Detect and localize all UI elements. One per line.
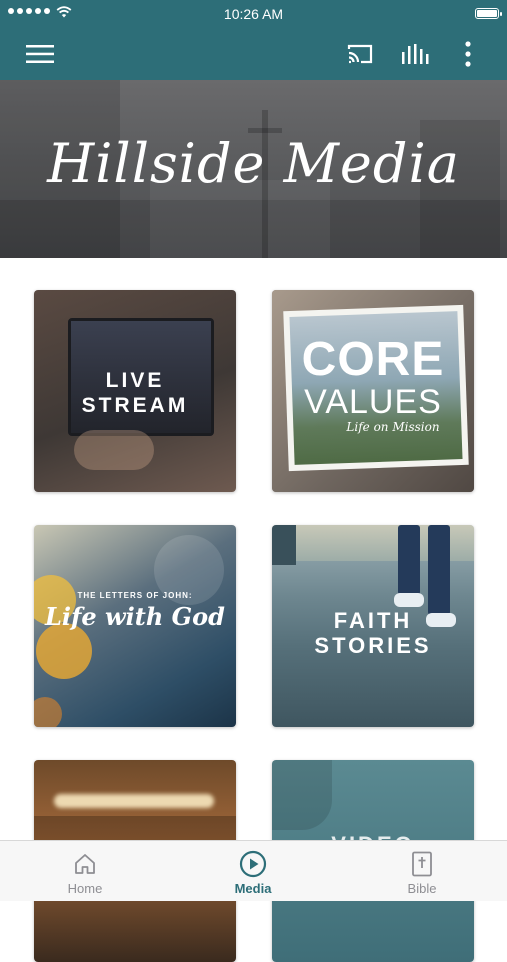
candle-lights <box>54 794 214 808</box>
tab-home[interactable]: Home <box>25 841 145 901</box>
tile-live-stream-line2: STREAM <box>81 394 189 417</box>
legs-shape <box>398 525 420 595</box>
tile-faith-stories[interactable]: FAITH STORIES <box>272 525 474 727</box>
tile-core-values-line2: VALUES <box>304 383 442 421</box>
status-bar: 10:26 AM <box>0 0 507 28</box>
status-time: 10:26 AM <box>223 6 284 22</box>
hero-banner: Hillside Media <box>0 80 507 258</box>
more-vertical-icon <box>465 41 471 67</box>
equalizer-button[interactable] <box>395 28 435 80</box>
cast-icon <box>347 44 373 64</box>
tile-core-values[interactable]: CORE VALUES Life on Mission <box>272 290 474 492</box>
tab-media[interactable]: Media <box>193 841 313 901</box>
tile-live-stream-line1: LIVE <box>105 369 165 392</box>
tile-life-with-god-kicker: THE LETTERS OF JOHN: <box>77 591 193 600</box>
tile-live-stream-title: LIVE STREAM <box>34 368 236 418</box>
bible-icon <box>411 850 433 878</box>
tile-life-with-god[interactable]: THE LETTERS OF JOHN: Life with God <box>34 525 236 727</box>
hero-title: Hillside Media <box>47 132 460 195</box>
tile-faith-stories-line1: FAITH <box>333 608 413 633</box>
tab-bible[interactable]: Bible <box>362 841 482 901</box>
hamburger-menu-icon <box>26 45 54 63</box>
tab-bible-label: Bible <box>407 881 437 896</box>
tile-core-values-tagline: Life on Mission <box>346 420 440 434</box>
cast-button[interactable] <box>340 28 380 80</box>
play-circle-icon <box>239 850 267 878</box>
tile-life-with-god-heading: Life with God <box>45 602 225 631</box>
bokeh-light <box>36 623 92 679</box>
tile-life-with-god-title: THE LETTERS OF JOHN: Life with God <box>34 591 236 631</box>
more-options-button[interactable] <box>453 28 483 80</box>
tile-core-values-line1: CORE <box>301 333 445 386</box>
battery-icon <box>475 8 502 19</box>
equalizer-icon <box>402 44 429 64</box>
bokeh-light <box>34 697 62 727</box>
tab-media-label: Media <box>234 881 272 896</box>
menu-button[interactable] <box>20 28 60 80</box>
shoe-shape <box>394 593 424 607</box>
tile-live-stream[interactable]: LIVE STREAM <box>34 290 236 492</box>
home-icon <box>73 850 97 878</box>
bottom-tab-bar: Home Media Bible <box>0 840 507 901</box>
tile-core-values-title: CORE VALUES Life on Mission <box>272 333 474 435</box>
tile-faith-stories-line2: STORIES <box>314 633 432 658</box>
app-bar <box>0 28 507 80</box>
tab-home-label: Home <box>67 881 103 896</box>
tile-faith-stories-title: FAITH STORIES <box>272 608 474 658</box>
legs-shape <box>428 525 450 615</box>
hands-shape <box>74 430 154 470</box>
